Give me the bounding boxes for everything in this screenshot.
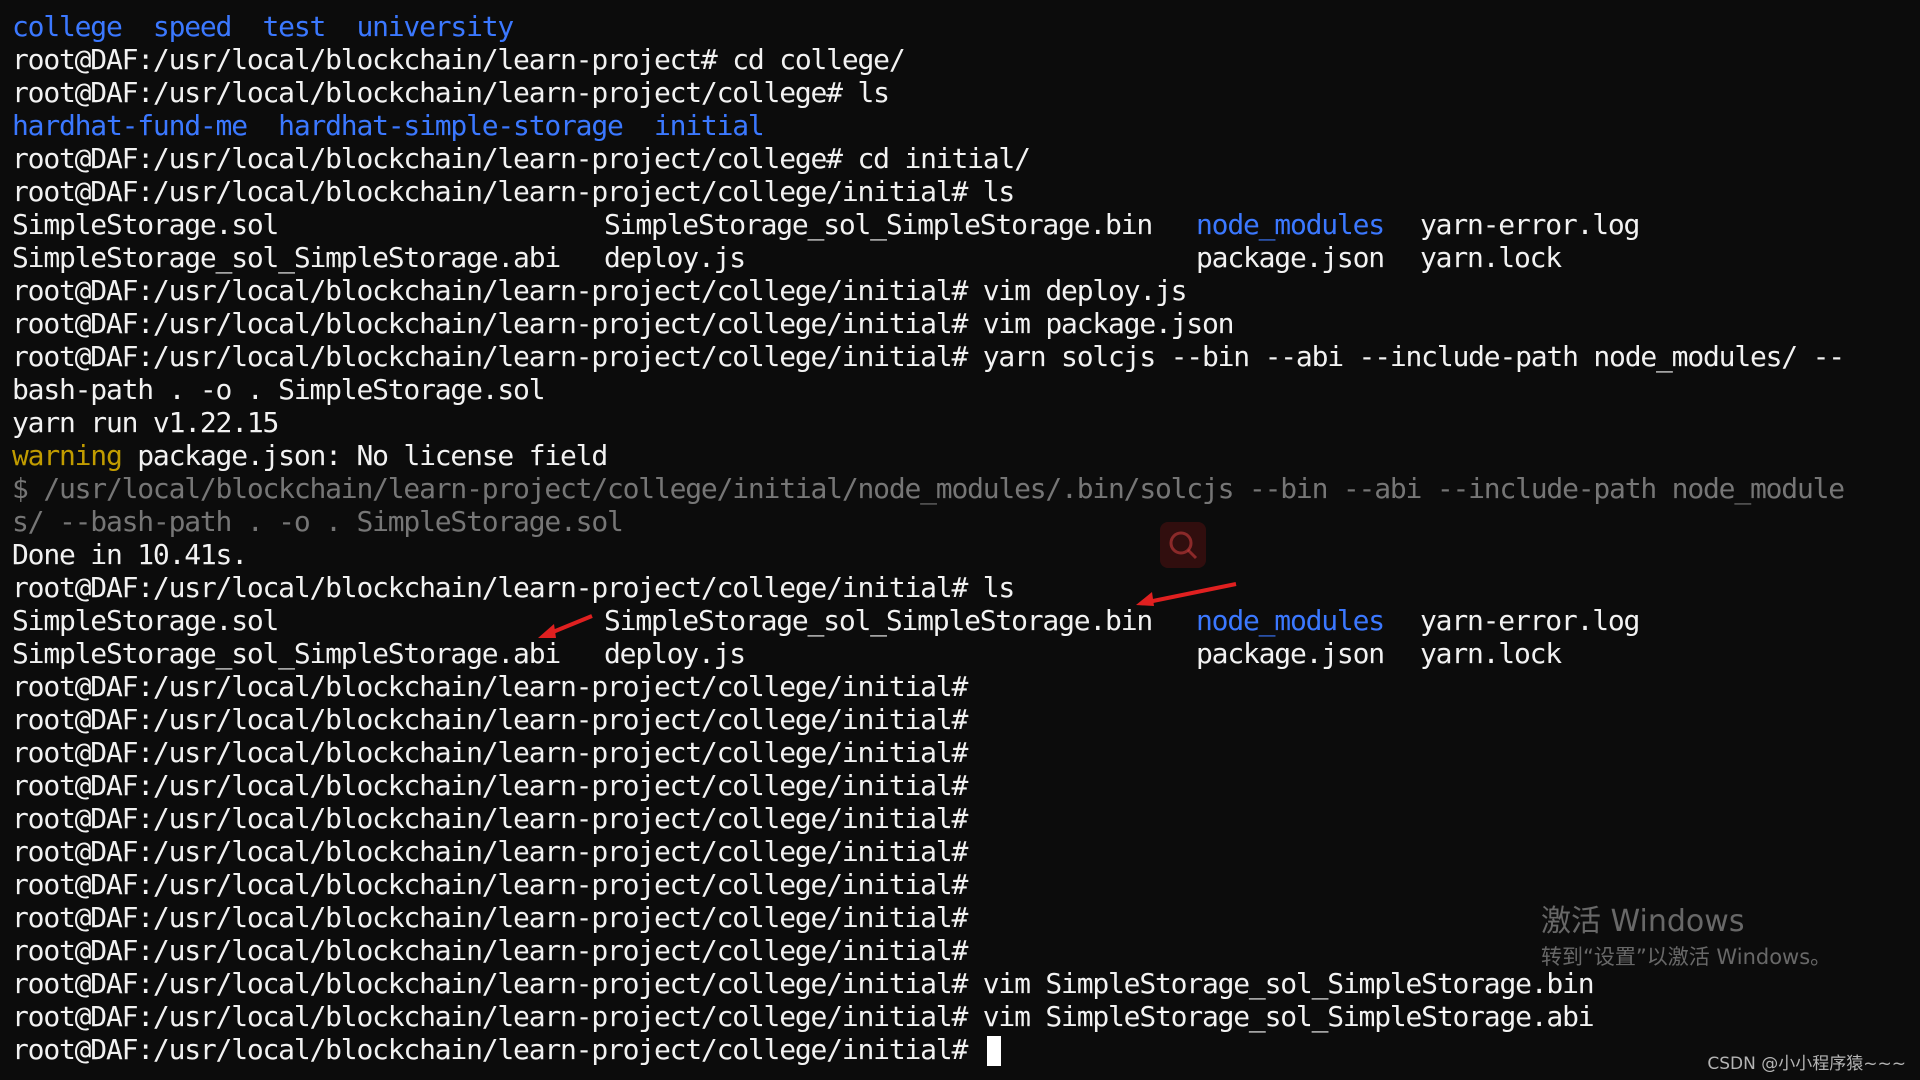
terminal-text: s/ --bash-path . -o . SimpleStorage.sol (12, 505, 624, 538)
file-entry: SimpleStorage.sol (12, 604, 279, 637)
file-entry: yarn-error.log (1420, 604, 1640, 637)
terminal-text: root@DAF:/usr/local/blockchain/learn-pro… (12, 967, 1595, 1000)
search-icon[interactable] (1160, 522, 1206, 568)
terminal-line: Done in 10.41s. (12, 538, 1912, 571)
terminal-line: root@DAF:/usr/local/blockchain/learn-pro… (12, 571, 1912, 604)
file-entry: node_modules (1196, 208, 1385, 241)
file-entry: deploy.js (604, 637, 746, 670)
terminal-line: root@DAF:/usr/local/blockchain/learn-pro… (12, 1000, 1912, 1033)
directory-listing-row: SimpleStorage_sol_SimpleStorage.abi deplo… (12, 637, 1912, 670)
terminal-line: bash-path . -o . SimpleStorage.sol (12, 373, 1912, 406)
terminal-line: root@DAF:/usr/local/blockchain/learn-pro… (12, 769, 1912, 802)
terminal-line: root@DAF:/usr/local/blockchain/learn-pro… (12, 703, 1912, 736)
terminal-line: root@DAF:/usr/local/blockchain/learn-pro… (12, 274, 1912, 307)
file-entry: SimpleStorage.sol (12, 208, 279, 241)
terminal-text: root@DAF:/usr/local/blockchain/learn-pro… (12, 142, 1031, 175)
terminal-text: hardhat-fund-me hardhat-simple-storage i… (12, 109, 765, 142)
terminal-text: root@DAF:/usr/local/blockchain/learn-pro… (12, 76, 890, 109)
terminal-text: Done in 10.41s. (12, 538, 248, 571)
terminal-line: hardhat-fund-me hardhat-simple-storage i… (12, 109, 1912, 142)
terminal-line: $ /usr/local/blockchain/learn-project/co… (12, 472, 1912, 505)
terminal-text: root@DAF:/usr/local/blockchain/learn-pro… (12, 670, 968, 703)
directory-listing-row: SimpleStorage.sol SimpleStorage_sol_Simpl… (12, 604, 1912, 637)
terminal-window[interactable]: college speed test university root@DAF:/u… (0, 0, 1920, 1080)
terminal-text: yarn run v1.22.15 (12, 406, 279, 439)
file-entry: SimpleStorage_sol_SimpleStorage.abi (12, 241, 561, 274)
terminal-text: root@DAF:/usr/local/blockchain/learn-pro… (12, 307, 1234, 340)
terminal-line: root@DAF:/usr/local/blockchain/learn-pro… (12, 43, 1912, 76)
terminal-line: root@DAF:/usr/local/blockchain/learn-pro… (12, 670, 1912, 703)
terminal-line: root@DAF:/usr/local/blockchain/learn-pro… (12, 142, 1912, 175)
directory-listing-row: SimpleStorage_sol_SimpleStorage.abi deplo… (12, 241, 1912, 274)
file-entry: package.json (1196, 637, 1385, 670)
terminal-text: root@DAF:/usr/local/blockchain/learn-pro… (12, 175, 1015, 208)
terminal-text: college speed test university (12, 10, 514, 43)
terminal-text: root@DAF:/usr/local/blockchain/learn-pro… (12, 703, 968, 736)
terminal-line: s/ --bash-path . -o . SimpleStorage.sol (12, 505, 1912, 538)
terminal-text: root@DAF:/usr/local/blockchain/learn-pro… (12, 835, 968, 868)
terminal-text: root@DAF:/usr/local/blockchain/learn-pro… (12, 274, 1188, 307)
file-entry: yarn.lock (1420, 241, 1562, 274)
text-cursor[interactable] (986, 1036, 1001, 1066)
terminal-line: root@DAF:/usr/local/blockchain/learn-pro… (12, 802, 1912, 835)
terminal-text: root@DAF:/usr/local/blockchain/learn-pro… (12, 340, 1845, 373)
terminal-line: college speed test university (12, 10, 1912, 43)
file-entry: SimpleStorage_sol_SimpleStorage.abi (12, 637, 561, 670)
terminal-text: root@DAF:/usr/local/blockchain/learn-pro… (12, 901, 968, 934)
terminal-line: root@DAF:/usr/local/blockchain/learn-pro… (12, 835, 1912, 868)
directory-listing-row: SimpleStorage.sol SimpleStorage_sol_Simpl… (12, 208, 1912, 241)
file-entry: package.json (1196, 241, 1385, 274)
terminal-line: root@DAF:/usr/local/blockchain/learn-pro… (12, 736, 1912, 769)
terminal-line: root@DAF:/usr/local/blockchain/learn-pro… (12, 307, 1912, 340)
terminal-text: $ /usr/local/blockchain/learn-project/co… (12, 472, 1845, 505)
file-entry: SimpleStorage_sol_SimpleStorage.bin (604, 208, 1153, 241)
watermark-subtitle: 转到“设置”以激活 Windows。 (1541, 945, 1832, 969)
file-entry: SimpleStorage_sol_SimpleStorage.bin (604, 604, 1153, 637)
csdn-credit: CSDN @小小程序猿~~~ (1707, 1054, 1906, 1074)
terminal-text: root@DAF:/usr/local/blockchain/learn-pro… (12, 571, 1015, 604)
terminal-text: root@DAF:/usr/local/blockchain/learn-pro… (12, 1000, 1595, 1033)
terminal-line: root@DAF:/usr/local/blockchain/learn-pro… (12, 1033, 1912, 1066)
terminal-line: root@DAF:/usr/local/blockchain/learn-pro… (12, 340, 1912, 373)
terminal-line: warning package.json: No license field (12, 439, 1912, 472)
terminal-text: root@DAF:/usr/local/blockchain/learn-pro… (12, 1033, 983, 1066)
watermark-title: 激活 Windows (1541, 904, 1745, 939)
terminal-text: root@DAF:/usr/local/blockchain/learn-pro… (12, 802, 968, 835)
terminal-line: root@DAF:/usr/local/blockchain/learn-pro… (12, 868, 1912, 901)
terminal-text: root@DAF:/usr/local/blockchain/learn-pro… (12, 868, 968, 901)
terminal-text: root@DAF:/usr/local/blockchain/learn-pro… (12, 769, 968, 802)
terminal-line: root@DAF:/usr/local/blockchain/learn-pro… (12, 76, 1912, 109)
terminal-text: bash-path . -o . SimpleStorage.sol (12, 373, 546, 406)
terminal-text: root@DAF:/usr/local/blockchain/learn-pro… (12, 736, 968, 769)
terminal-line: yarn run v1.22.15 (12, 406, 1912, 439)
terminal-text: root@DAF:/usr/local/blockchain/learn-pro… (12, 43, 906, 76)
file-entry: yarn-error.log (1420, 208, 1640, 241)
file-entry: deploy.js (604, 241, 746, 274)
windows-activation-watermark: 激活 Windows 转到“设置”以激活 Windows。 (1541, 902, 1831, 972)
terminal-line: root@DAF:/usr/local/blockchain/learn-pro… (12, 175, 1912, 208)
terminal-text: root@DAF:/usr/local/blockchain/learn-pro… (12, 934, 968, 967)
file-entry: yarn.lock (1420, 637, 1562, 670)
terminal-text: package.json: No license field (121, 439, 608, 472)
terminal-text: warning (12, 439, 123, 472)
file-entry: node_modules (1196, 604, 1385, 637)
